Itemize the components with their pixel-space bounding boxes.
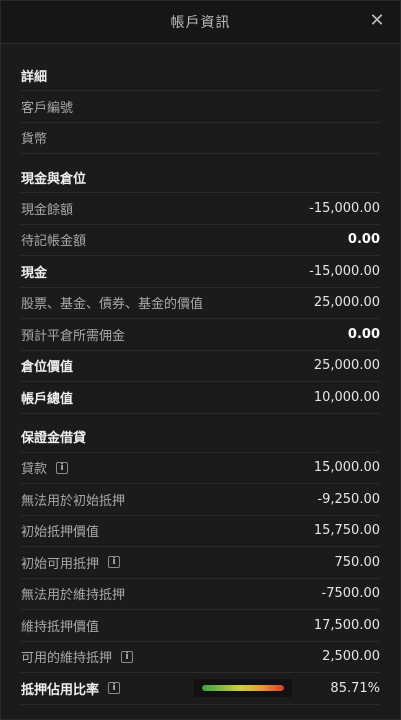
row-label-text: 抵押佔用比率 — [21, 682, 100, 698]
margin-row: 初始抵押價值 15,750.00 — [21, 514, 380, 547]
detail-row: 客戶編號 — [21, 90, 380, 122]
row-label: 初始抵押價值 — [21, 525, 100, 541]
info-icon[interactable]: i — [108, 556, 121, 569]
cash-row: 帳戶總值 10,000.00 — [21, 381, 380, 413]
margin-row: 維持抵押價值 17,500.00 — [21, 609, 380, 641]
row-label-text: 初始可用抵押 — [21, 556, 100, 572]
row-label-text: 可用的維持抵押 — [21, 651, 113, 667]
margin-row: 初始可用抵押 i 750.00 — [21, 546, 380, 578]
row-value: 17,500.00 — [313, 617, 380, 633]
cash-row: 待記帳金額 0.00 — [21, 223, 380, 256]
row-value: -9,250.00 — [317, 491, 380, 507]
margin-row: 無法用於初始抵押 -9,250.00 — [21, 483, 380, 515]
cash-row: 預計平倉所需佣金 0.00 — [21, 318, 380, 350]
row-value: 15,000.00 — [313, 460, 380, 476]
utilization-row: 抵押佔用比率 i 85.71% — [21, 672, 380, 705]
detail-label: 客戶編號 — [21, 100, 74, 116]
info-icon[interactable]: i — [56, 461, 69, 474]
row-label: 現金餘額 — [21, 202, 74, 218]
row-value: 0.00 — [347, 232, 380, 248]
row-label: 貸款 i — [21, 458, 69, 478]
cash-row: 倉位價值 25,000.00 — [21, 349, 380, 382]
account-info-panel: 帳戶資訊 ✕ 詳細 客戶編號 貨幣 現金與倉位 現金餘額 -15,000.00 … — [0, 0, 401, 720]
cash-row: 股票、基金、債券、基金的價值 25,000.00 — [21, 286, 380, 319]
row-label: 預計平倉所需佣金 — [21, 328, 126, 344]
row-label: 無法用於維持抵押 — [21, 588, 126, 604]
row-value: 750.00 — [334, 554, 381, 570]
panel-header: 帳戶資訊 ✕ — [1, 1, 400, 44]
row-value: 25,000.00 — [313, 358, 380, 374]
margin-row: 貸款 i 15,000.00 — [21, 451, 380, 484]
utilization-value: 85.71% — [330, 680, 380, 696]
panel-title: 帳戶資訊 — [170, 15, 231, 31]
info-icon[interactable]: i — [108, 682, 121, 695]
utilization-gauge — [194, 679, 293, 698]
detail-row: 貨幣 — [21, 121, 380, 154]
row-label: 現金 — [21, 265, 48, 281]
cash-row: 現金 -15,000.00 — [21, 255, 380, 287]
row-value: -15,000.00 — [309, 263, 380, 279]
panel-content: 詳細 客戶編號 貨幣 現金與倉位 現金餘額 -15,000.00 待記帳金額 0… — [1, 44, 400, 705]
row-value: 10,000.00 — [313, 389, 380, 405]
cash-row: 現金餘額 -15,000.00 — [21, 192, 380, 224]
detail-label: 貨幣 — [21, 132, 48, 148]
utilization-gauge-bar — [202, 685, 285, 692]
row-label: 倉位價值 — [21, 360, 74, 376]
row-label: 待記帳金額 — [21, 234, 87, 250]
row-label: 維持抵押價值 — [21, 619, 100, 635]
row-value: 2,500.00 — [322, 649, 380, 665]
margin-row: 無法用於維持抵押 -7500.00 — [21, 577, 380, 610]
row-label: 無法用於初始抵押 — [21, 493, 126, 509]
section-title-margin: 保證金借貸 — [21, 431, 87, 446]
row-label: 可用的維持抵押 i — [21, 647, 134, 667]
margin-row: 可用的維持抵押 i 2,500.00 — [21, 640, 380, 673]
row-value: 25,000.00 — [313, 295, 380, 311]
row-label: 股票、基金、債券、基金的價值 — [21, 297, 204, 313]
row-label: 帳戶總值 — [21, 391, 74, 407]
row-value: -7500.00 — [321, 586, 380, 602]
row-value: 0.00 — [347, 326, 380, 342]
section-title-cash: 現金與倉位 — [21, 171, 87, 187]
utilization-right: 85.71% — [194, 679, 380, 698]
row-value: 15,750.00 — [313, 523, 380, 539]
row-label-text: 貸款 — [21, 462, 48, 478]
row-value: -15,000.00 — [309, 200, 380, 216]
row-label: 抵押佔用比率 i — [21, 679, 121, 698]
row-label: 初始可用抵押 i — [21, 553, 121, 572]
close-icon[interactable]: ✕ — [366, 10, 388, 32]
info-icon[interactable]: i — [121, 650, 134, 663]
section-title-details: 詳細 — [21, 69, 48, 85]
